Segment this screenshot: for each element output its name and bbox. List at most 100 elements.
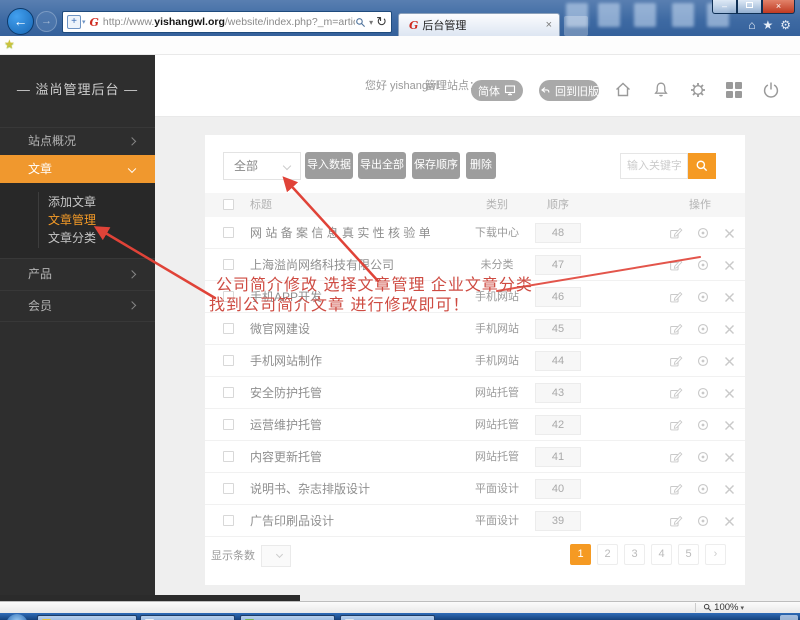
view-icon[interactable] <box>696 322 710 336</box>
submenu-item-article-manage[interactable]: 文章管理 <box>48 211 148 229</box>
delete-button[interactable]: 删除 <box>466 152 496 179</box>
view-icon[interactable] <box>696 418 710 432</box>
edit-icon[interactable] <box>669 226 683 240</box>
page-button-3[interactable]: 3 <box>624 544 645 565</box>
new-tab-button[interactable] <box>564 16 588 36</box>
search-button[interactable] <box>688 153 716 179</box>
save-order-button[interactable]: 保存顺序 <box>412 152 460 179</box>
edit-icon[interactable] <box>669 482 683 496</box>
row-checkbox[interactable] <box>223 483 234 494</box>
power-icon[interactable] <box>761 80 781 100</box>
grid-icon[interactable] <box>724 80 744 100</box>
search-input[interactable] <box>620 153 688 179</box>
row-order-input[interactable]: 46 <box>535 287 581 307</box>
display-count-select[interactable] <box>261 545 291 567</box>
view-icon[interactable] <box>696 450 710 464</box>
edit-icon[interactable] <box>669 386 683 400</box>
back-button[interactable]: ← <box>7 8 34 35</box>
minimize-button[interactable]: – <box>712 0 737 14</box>
submenu-item-add-article[interactable]: 添加文章 <box>48 193 148 211</box>
delete-icon[interactable] <box>723 355 736 368</box>
page-button-1[interactable]: 1 <box>570 544 591 565</box>
chevron-down-icon[interactable]: ▾ <box>369 18 373 27</box>
delete-icon[interactable] <box>723 227 736 240</box>
category-filter-select[interactable]: 全部 <box>223 152 301 180</box>
row-order-input[interactable]: 47 <box>535 255 581 275</box>
export-all-button[interactable]: 导出全部 <box>358 152 406 179</box>
row-order-input[interactable]: 39 <box>535 511 581 531</box>
sidebar-item-products[interactable]: 产品 <box>0 258 155 290</box>
row-checkbox[interactable] <box>223 355 234 366</box>
view-icon[interactable] <box>696 482 710 496</box>
row-checkbox[interactable] <box>223 323 234 334</box>
browser-tab[interactable]: G 后台管理 × <box>398 13 560 36</box>
delete-icon[interactable] <box>723 483 736 496</box>
row-checkbox[interactable] <box>223 419 234 430</box>
row-order-input[interactable]: 48 <box>535 223 581 243</box>
delete-icon[interactable] <box>723 387 736 400</box>
row-order-input[interactable]: 43 <box>535 383 581 403</box>
row-order-input[interactable]: 40 <box>535 479 581 499</box>
delete-icon[interactable] <box>723 323 736 336</box>
submenu-item-article-category[interactable]: 文章分类 <box>48 229 148 247</box>
gear-icon[interactable] <box>688 80 708 100</box>
import-data-button[interactable]: 导入数据 <box>305 152 353 179</box>
delete-icon[interactable] <box>723 259 736 272</box>
row-order-input[interactable]: 42 <box>535 415 581 435</box>
row-checkbox[interactable] <box>223 387 234 398</box>
view-icon[interactable] <box>696 226 710 240</box>
delete-icon[interactable] <box>723 419 736 432</box>
page-button-5[interactable]: 5 <box>678 544 699 565</box>
page-button-2[interactable]: 2 <box>597 544 618 565</box>
select-all-checkbox[interactable] <box>223 199 234 210</box>
bell-icon[interactable] <box>651 80 671 100</box>
back-to-old-version-button[interactable]: 回到旧版 <box>539 80 599 101</box>
row-checkbox[interactable] <box>223 227 234 238</box>
start-button[interactable] <box>6 614 28 620</box>
view-icon[interactable] <box>696 514 710 528</box>
url-text[interactable]: http://www.yishangwl.org/website/index.p… <box>103 16 355 28</box>
address-search-icon[interactable] <box>355 17 366 28</box>
row-checkbox[interactable] <box>223 259 234 270</box>
zoom-control[interactable]: 100% ▾ <box>695 602 744 613</box>
tab-close-icon[interactable]: × <box>546 19 552 31</box>
row-checkbox[interactable] <box>223 451 234 462</box>
chevron-down-icon[interactable]: ▾ <box>82 18 86 26</box>
sidebar-item-members[interactable]: 会员 <box>0 290 155 322</box>
view-icon[interactable] <box>696 258 710 272</box>
view-icon[interactable] <box>696 354 710 368</box>
page-button-4[interactable]: 4 <box>651 544 672 565</box>
home-icon[interactable]: ⌂ <box>748 18 755 32</box>
taskbar-item[interactable] <box>140 615 235 620</box>
row-order-input[interactable]: 44 <box>535 351 581 371</box>
row-order-input[interactable]: 45 <box>535 319 581 339</box>
row-checkbox[interactable] <box>223 515 234 526</box>
compatibility-view-icon[interactable]: + <box>67 15 81 29</box>
edit-icon[interactable] <box>669 354 683 368</box>
favorites-bar-icon[interactable]: ★ <box>4 37 15 51</box>
view-icon[interactable] <box>696 290 710 304</box>
taskbar-item[interactable] <box>340 615 435 620</box>
language-button[interactable]: 简体 <box>471 80 523 101</box>
row-order-input[interactable]: 41 <box>535 447 581 467</box>
favorites-star-icon[interactable]: ★ <box>762 18 773 32</box>
taskbar-item[interactable] <box>240 615 335 620</box>
forward-button[interactable]: → <box>36 11 57 32</box>
next-page-button[interactable]: › <box>705 544 726 565</box>
maximize-button[interactable] <box>737 0 762 14</box>
edit-icon[interactable] <box>669 514 683 528</box>
delete-icon[interactable] <box>723 515 736 528</box>
close-button[interactable]: × <box>762 0 795 14</box>
edit-icon[interactable] <box>669 258 683 272</box>
delete-icon[interactable] <box>723 451 736 464</box>
delete-icon[interactable] <box>723 291 736 304</box>
edit-icon[interactable] <box>669 322 683 336</box>
edit-icon[interactable] <box>669 418 683 432</box>
taskbar-item[interactable] <box>37 615 137 620</box>
home-icon[interactable] <box>613 80 633 100</box>
edit-icon[interactable] <box>669 290 683 304</box>
sidebar-item-site-overview[interactable]: 站点概况 <box>0 127 155 155</box>
edit-icon[interactable] <box>669 450 683 464</box>
refresh-icon[interactable]: ↻ <box>376 15 387 30</box>
address-bar[interactable]: + ▾ G http://www.yishangwl.org/website/i… <box>62 11 392 33</box>
